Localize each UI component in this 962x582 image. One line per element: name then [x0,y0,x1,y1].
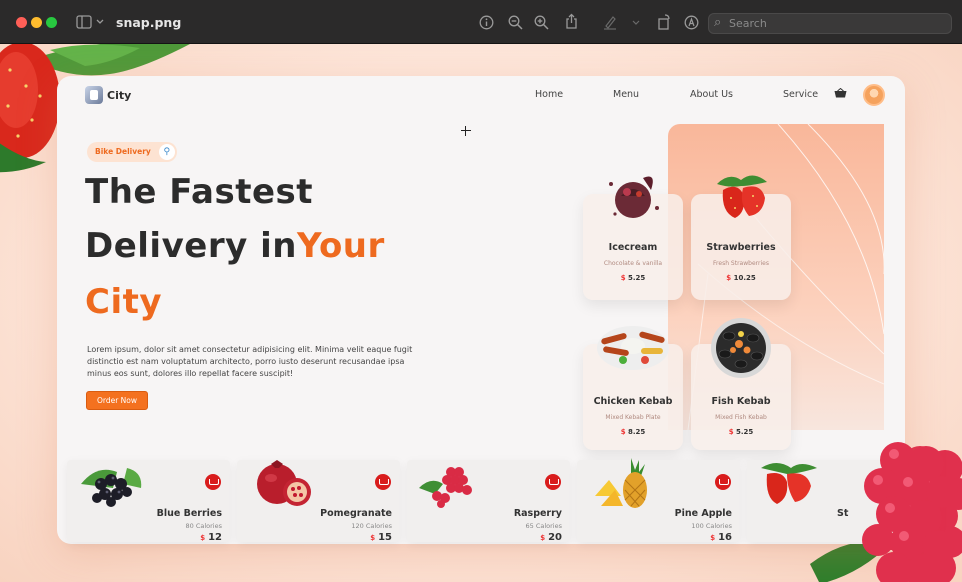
product-price: $ 10.25 [726,274,756,282]
product-price: $ 5.25 [620,274,646,282]
fruit-name: Pine Apple [674,508,732,519]
pineapple-icon [595,458,647,508]
blackberry-icon [81,468,142,507]
product-card-icecream[interactable]: Icecream Chocolate & vanilla $ 5.25 [583,176,683,300]
strawberry-icon [761,463,817,504]
hero-title-line-3: City [85,282,163,322]
bike-icon: ⚲ [158,144,175,160]
zoom-out-icon[interactable] [508,15,523,30]
product-subtitle: Mixed Kebab Plate [605,414,661,421]
fruit-calories: 65 Calories [525,522,562,530]
hero-title-delivery: Delivery in [85,226,297,266]
hero-title-line-1: The Fastest [85,172,314,212]
product-name: Chicken Kebab [593,396,673,407]
fruit-price: $15 [370,532,392,543]
nav-service[interactable]: Service [783,89,818,100]
product-subtitle: Fresh Strawberries [713,260,769,267]
fruit-card-pine-apple[interactable]: Pine Apple 100 Calories $16 [577,458,740,543]
chevron-down-icon[interactable] [632,20,640,26]
hero-title-your: Your [296,226,385,266]
add-to-cart-button[interactable] [545,474,561,490]
image-canvas: City Home Menu About Us Service Bike Del… [0,44,962,582]
zoom-window-button[interactable] [46,17,57,28]
product-subtitle: Chocolate & vanilla [603,260,663,267]
raspberry-overlay-icon [862,442,958,582]
product-name: Strawberries [706,242,776,253]
nav-menu[interactable]: Menu [613,89,639,100]
product-card-strawberries[interactable]: Strawberries Fresh Strawberries $ 10.25 [691,175,791,300]
product-name: Fish Kebab [711,396,771,407]
minimize-window-button[interactable] [31,17,42,28]
pomegranate-icon [257,460,311,506]
kebab-plate-icon [597,326,669,370]
bike-delivery-badge: Bike Delivery ⚲ [87,142,177,162]
product-name: Icecream [608,242,658,253]
add-to-cart-button[interactable] [205,474,221,490]
add-to-cart-button[interactable] [375,474,391,490]
product-card-chicken-kebab[interactable]: Chicken Kebab Mixed Kebab Plate $ 8.25 [583,326,683,450]
raspberry-icon [419,467,472,508]
chevron-down-icon[interactable] [96,19,104,25]
nav-home[interactable]: Home [535,89,563,100]
strawberry-icon [717,175,767,218]
search-field[interactable]: ⌕ [708,13,952,34]
fruit-price: $12 [200,532,222,543]
logo-icon [85,86,103,104]
badge-label: Bike Delivery [95,147,151,156]
brand-name: City [107,88,132,102]
product-subtitle: Mixed Fish Kebab [715,414,767,421]
fruit-calories: 120 Calories [351,522,392,530]
order-now-button[interactable]: Order Now [86,391,148,410]
sidebar-icon[interactable] [76,15,92,29]
document-title: snap.png [116,15,182,30]
rotate-icon[interactable] [657,14,671,30]
user-avatar[interactable] [863,84,885,106]
fruit-calories: 100 Calories [691,522,732,530]
close-window-button[interactable] [16,17,27,28]
cart-icon[interactable] [834,88,847,98]
window-titlebar: snap.png ⌕ [0,0,962,44]
fruit-card-rasperry[interactable]: Rasperry 65 Calories $20 [407,460,570,543]
nav-about-us[interactable]: About Us [690,89,733,100]
markup-icon[interactable] [684,15,699,30]
hero-title-line-2: Delivery inYour [85,226,385,266]
fruit-price: $20 [540,532,562,543]
hero-paragraph: Lorem ipsum, dolor sit amet consectetur … [87,345,413,378]
fruit-card-blue-berries[interactable]: Blue Berries 80 Calories $12 [67,460,230,543]
product-price: $ 5.25 [728,428,754,436]
fruit-calories: 80 Calories [185,522,222,530]
cursor-crosshair-icon [461,126,471,136]
zoom-in-icon[interactable] [534,15,549,30]
info-icon[interactable] [479,15,494,30]
fruit-card-pomegranate[interactable]: Pomegranate 120 Calories $15 [237,460,400,543]
search-icon: ⌕ [714,15,722,30]
highlight-icon[interactable] [603,15,617,30]
icecream-icon [609,176,659,218]
brand-logo[interactable]: City [85,86,131,104]
share-icon[interactable] [565,13,578,30]
fruit-name: Blue Berries [156,508,222,519]
product-price: $ 8.25 [620,428,646,436]
fruit-price: $16 [710,532,732,543]
search-input[interactable] [729,15,944,32]
seafood-plate-icon [711,318,771,378]
product-card-fish-kebab[interactable]: Fish Kebab Mixed Fish Kebab $ 5.25 [691,318,791,450]
fruit-name: Pomegranate [320,508,392,519]
add-to-cart-button[interactable] [715,474,731,490]
fruit-name: Rasperry [513,508,562,519]
